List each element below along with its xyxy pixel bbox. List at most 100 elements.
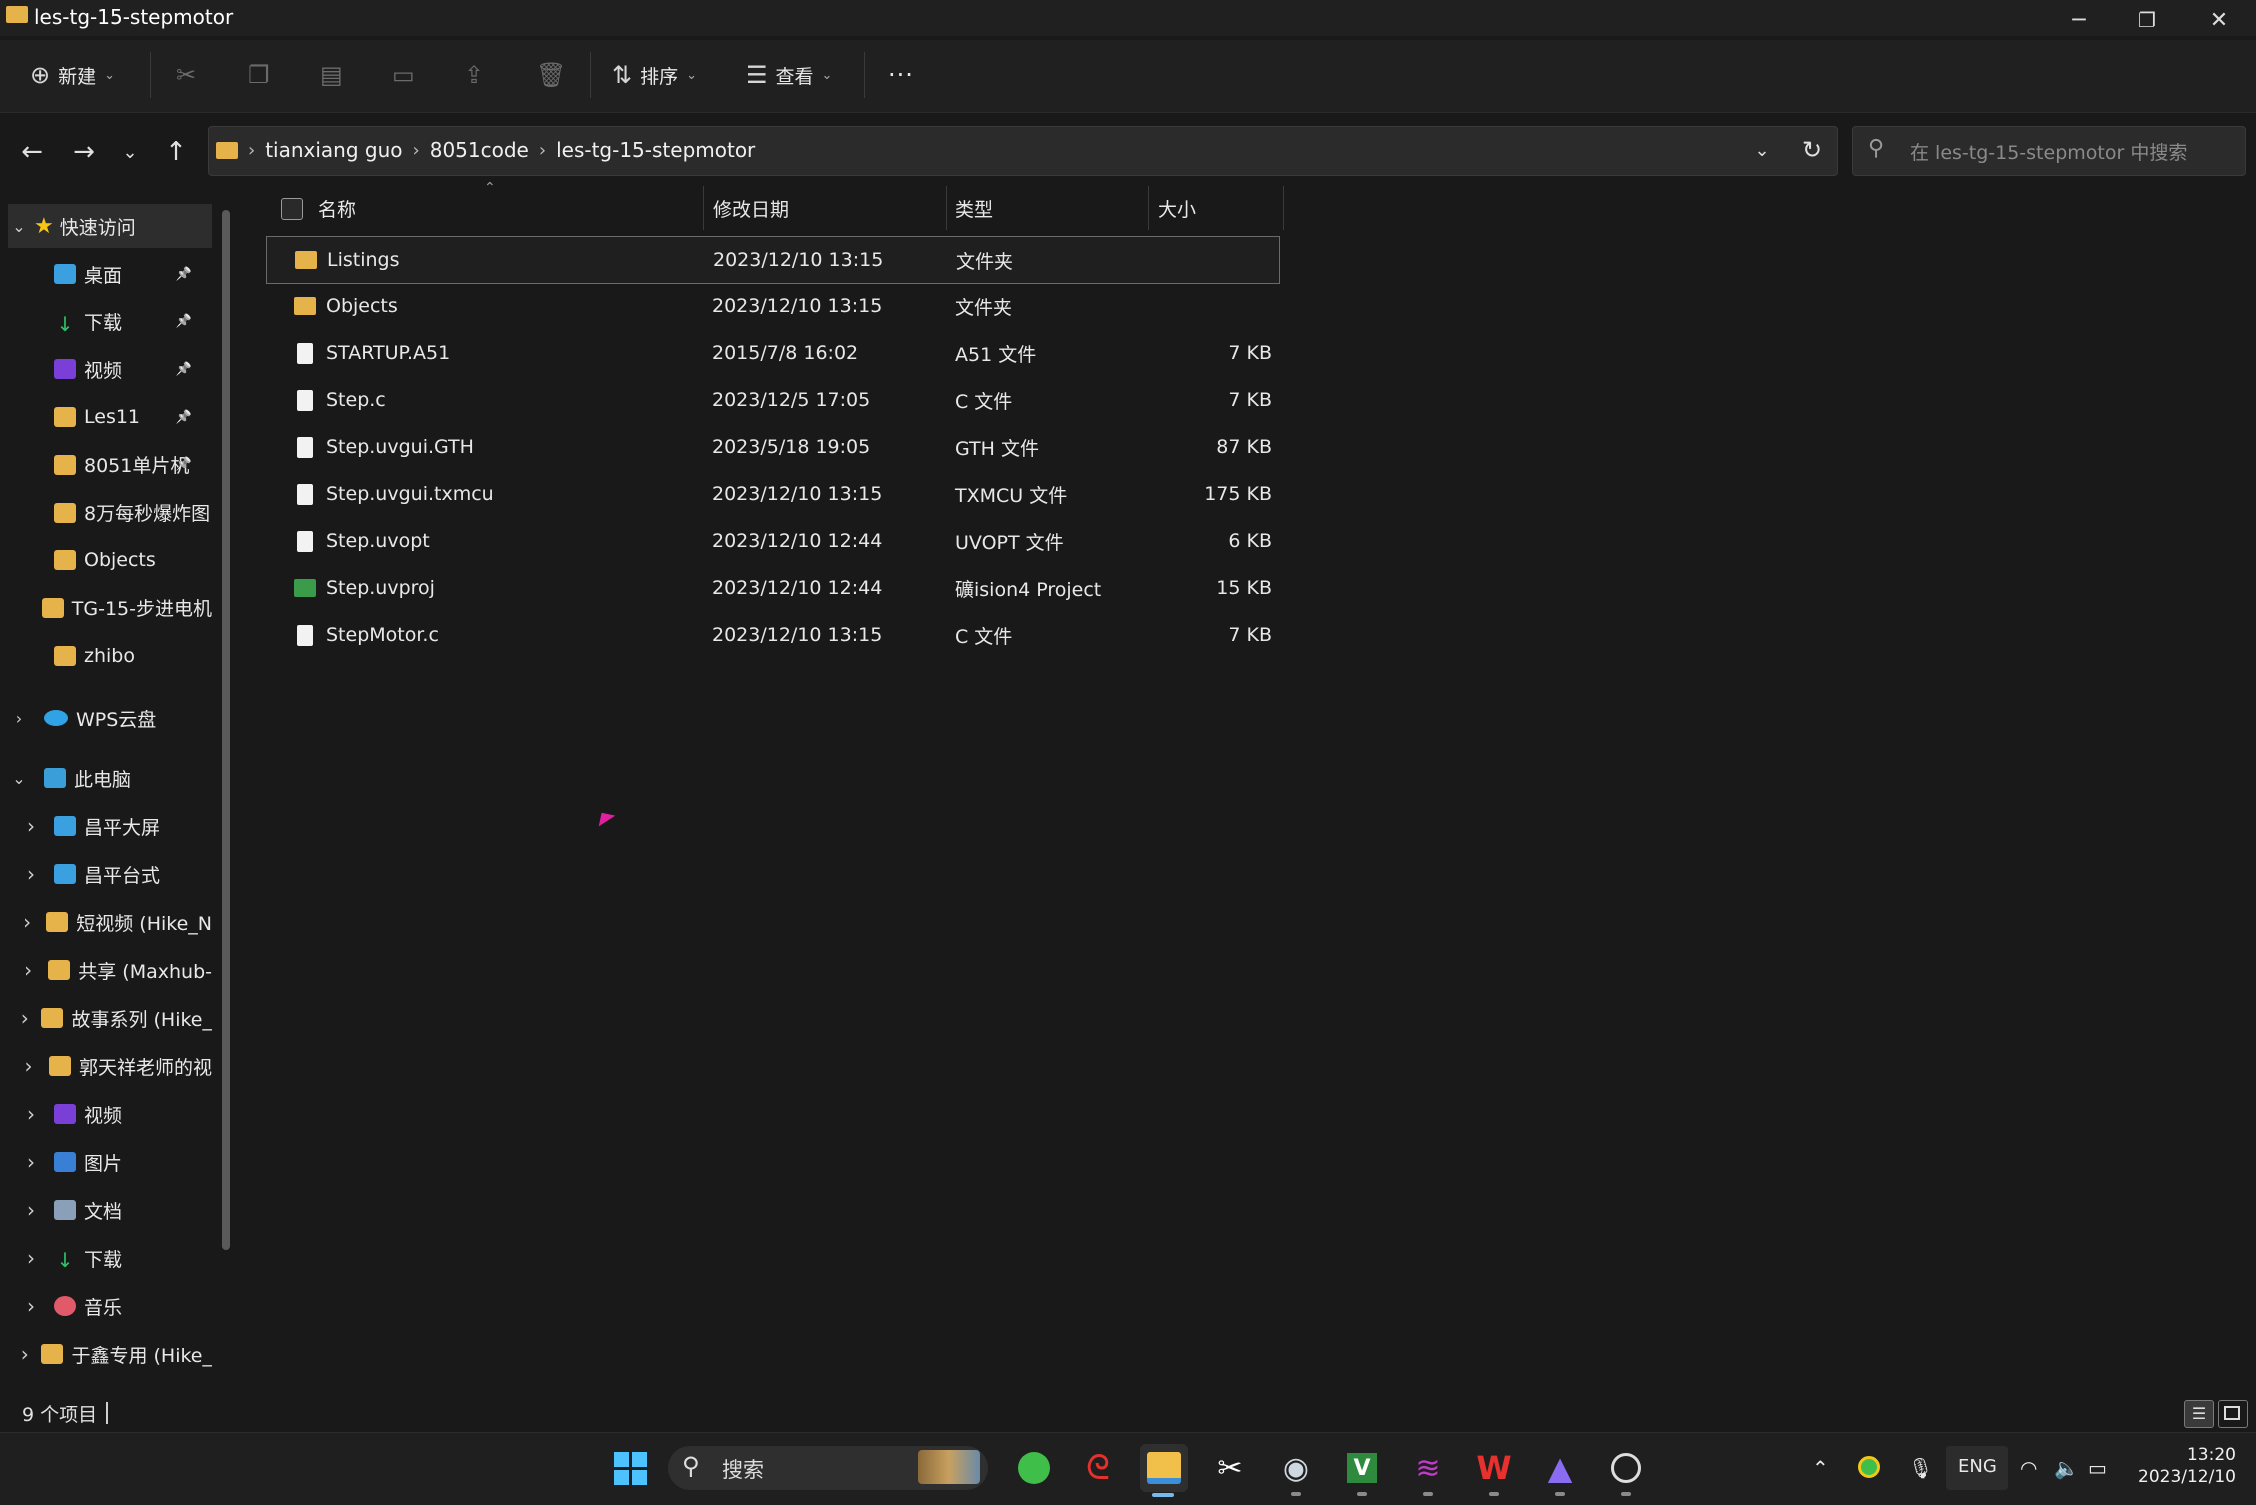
sidebar-item[interactable]: › 短视频 (Hike_N: [20, 900, 212, 944]
sidebar-item[interactable]: › 昌平台式: [20, 852, 212, 896]
sidebar-item-wps-cloud[interactable]: › WPS云盘: [8, 696, 212, 740]
cut-button[interactable]: ✂: [176, 58, 196, 92]
tray-app-button[interactable]: [1858, 1456, 1880, 1483]
up-button[interactable]: ↑: [156, 132, 196, 172]
chevron-right-icon: ›: [24, 958, 33, 982]
taskbar-app-keil[interactable]: V: [1338, 1444, 1386, 1492]
sidebar-item[interactable]: › 故事系列 (Hike_: [20, 996, 212, 1040]
taskbar-app-wps[interactable]: W: [1470, 1444, 1518, 1492]
chevron-down-icon: ⌄: [821, 67, 833, 83]
battery-button[interactable]: ▭: [2088, 1456, 2107, 1480]
file-row[interactable]: STARTUP.A51 2015/7/8 16:02 A51 文件 7 KB: [266, 330, 1278, 376]
plus-circle-icon: ⊕: [30, 61, 51, 89]
sidebar-item[interactable]: › 共享 (Maxhub-: [20, 948, 212, 992]
recent-locations-button[interactable]: ⌄: [110, 132, 150, 172]
breadcrumb-item[interactable]: 8051code: [430, 138, 529, 162]
file-icon: [297, 342, 313, 364]
sidebar-item[interactable]: ↓ 下载 📌: [8, 300, 212, 344]
column-header-modified[interactable]: 修改日期: [713, 190, 789, 226]
sidebar-item[interactable]: Objects: [8, 538, 212, 582]
file-type: A51 文件: [955, 343, 1037, 366]
sidebar-item[interactable]: zhibo: [8, 634, 212, 678]
column-header-size[interactable]: 大小: [1158, 190, 1196, 226]
sort-button[interactable]: ⇅ 排序 ⌄: [612, 58, 697, 92]
sidebar-item[interactable]: › ↓ 下载: [20, 1236, 212, 1280]
new-button[interactable]: ⊕ 新建 ⌄: [30, 58, 115, 92]
column-divider[interactable]: [946, 186, 947, 230]
column-divider[interactable]: [703, 186, 704, 230]
column-header-name[interactable]: 名称: [318, 190, 356, 226]
sidebar-scrollbar[interactable]: [222, 210, 230, 1250]
taskbar-app-browser[interactable]: [1010, 1444, 1058, 1492]
sidebar-item[interactable]: › 视频: [20, 1092, 212, 1136]
sidebar-item-quick-access[interactable]: ⌄ ★ 快速访问: [8, 204, 212, 248]
column-header-type[interactable]: 类型: [955, 190, 993, 226]
sidebar-item[interactable]: › 郭天祥老师的视: [20, 1044, 212, 1088]
paste-button[interactable]: ▤: [320, 58, 343, 92]
back-button[interactable]: ←: [12, 132, 52, 172]
running-app-indicator: [1489, 1492, 1499, 1496]
file-row[interactable]: Step.uvgui.GTH 2023/5/18 19:05 GTH 文件 87 KB: [266, 424, 1278, 470]
sidebar-item[interactable]: Les11 📌: [8, 395, 212, 439]
sidebar-item-this-pc[interactable]: ⌄ 此电脑: [8, 756, 212, 800]
microphone-button[interactable]: 🎙: [1908, 1456, 1933, 1480]
volume-button[interactable]: 🔈: [2054, 1456, 2079, 1480]
file-name-cell: STARTUP.A51: [294, 330, 450, 376]
column-divider[interactable]: [1148, 186, 1149, 230]
file-size: 7 KB: [1228, 342, 1272, 364]
refresh-button[interactable]: ↻: [1792, 130, 1832, 170]
sort-ascending-icon: ⌃: [484, 180, 496, 196]
copy-button[interactable]: ❐: [248, 58, 270, 92]
wifi-button[interactable]: ◠: [2020, 1456, 2037, 1480]
file-icon: [297, 483, 313, 505]
start-button[interactable]: [606, 1444, 654, 1492]
clock[interactable]: 13:20 2023/12/10: [2138, 1444, 2236, 1488]
restore-button[interactable]: ❐: [2114, 0, 2180, 40]
close-button[interactable]: ✕: [2186, 0, 2252, 40]
restore-icon: ❐: [2138, 8, 2156, 32]
sidebar-item[interactable]: › 图片: [20, 1140, 212, 1184]
clock-time: 13:20: [2186, 1445, 2236, 1465]
taskbar-app-capcut[interactable]: ✂: [1206, 1444, 1254, 1492]
details-view-button[interactable]: ☰: [2184, 1400, 2214, 1428]
breadcrumb-item[interactable]: les-tg-15-stepmotor: [556, 138, 755, 162]
share-button[interactable]: ⇪: [464, 58, 484, 92]
sidebar-item[interactable]: 8万每秒爆炸图: [8, 491, 212, 535]
file-row[interactable]: Objects 2023/12/10 13:15 文件夹: [266, 283, 1278, 329]
file-row[interactable]: Listings 2023/12/10 13:15 文件夹: [266, 236, 1280, 284]
sidebar-item[interactable]: › 昌平大屏: [20, 804, 212, 848]
taskbar-app-photos[interactable]: ▲: [1536, 1444, 1584, 1492]
large-icons-view-button[interactable]: [2218, 1400, 2248, 1428]
address-history-button[interactable]: ⌄: [1742, 130, 1782, 170]
sidebar-item[interactable]: › 于鑫专用 (Hike_: [20, 1332, 212, 1376]
sidebar-item[interactable]: 桌面 📌: [8, 252, 212, 296]
sidebar-item[interactable]: 8051单片机 📌: [8, 443, 212, 487]
breadcrumb-item[interactable]: tianxiang guo: [265, 138, 402, 162]
taskbar-app-file-explorer[interactable]: [1140, 1444, 1188, 1492]
delete-button[interactable]: 🗑: [536, 58, 566, 92]
sidebar-item[interactable]: › 文档: [20, 1188, 212, 1232]
minimize-button[interactable]: ─: [2046, 0, 2112, 40]
file-row[interactable]: Step.c 2023/12/5 17:05 C 文件 7 KB: [266, 377, 1278, 423]
taskbar-app-obs[interactable]: [1602, 1444, 1650, 1492]
sidebar-item-label: 郭天祥老师的视: [78, 1056, 212, 1079]
view-button[interactable]: ☰ 查看 ⌄: [746, 58, 832, 92]
more-options-button[interactable]: ···: [888, 58, 914, 92]
sidebar-item[interactable]: 视频 📌: [8, 347, 212, 391]
file-row[interactable]: Step.uvgui.txmcu 2023/12/10 13:15 TXMCU 文件…: [266, 471, 1278, 517]
taskbar-app-serial-tool[interactable]: ≋: [1404, 1444, 1452, 1492]
file-row[interactable]: Step.uvproj 2023/12/10 12:44 礦ision4 Proje…: [266, 565, 1278, 611]
sidebar-item[interactable]: › 音乐: [20, 1284, 212, 1328]
taskbar-app-camera[interactable]: ◉: [1272, 1444, 1320, 1492]
file-row[interactable]: Step.uvopt 2023/12/10 12:44 UVOPT 文件 6 KB: [266, 518, 1278, 564]
taskbar-app-red-swirl[interactable]: ᘓ: [1074, 1444, 1122, 1492]
show-hidden-icons-button[interactable]: ⌃: [1812, 1456, 1829, 1480]
folder-icon: [41, 597, 64, 618]
file-row[interactable]: StepMotor.c 2023/12/10 13:15 C 文件 7 KB: [266, 612, 1278, 658]
rename-button[interactable]: ▭: [392, 58, 415, 92]
search-input[interactable]: 在 les-tg-15-stepmotor 中搜索: [1910, 138, 2187, 165]
sidebar-item[interactable]: TG-15-步进电机: [8, 586, 212, 630]
select-all-checkbox[interactable]: [281, 198, 303, 220]
forward-button[interactable]: →: [64, 132, 104, 172]
column-divider[interactable]: [1283, 186, 1284, 230]
